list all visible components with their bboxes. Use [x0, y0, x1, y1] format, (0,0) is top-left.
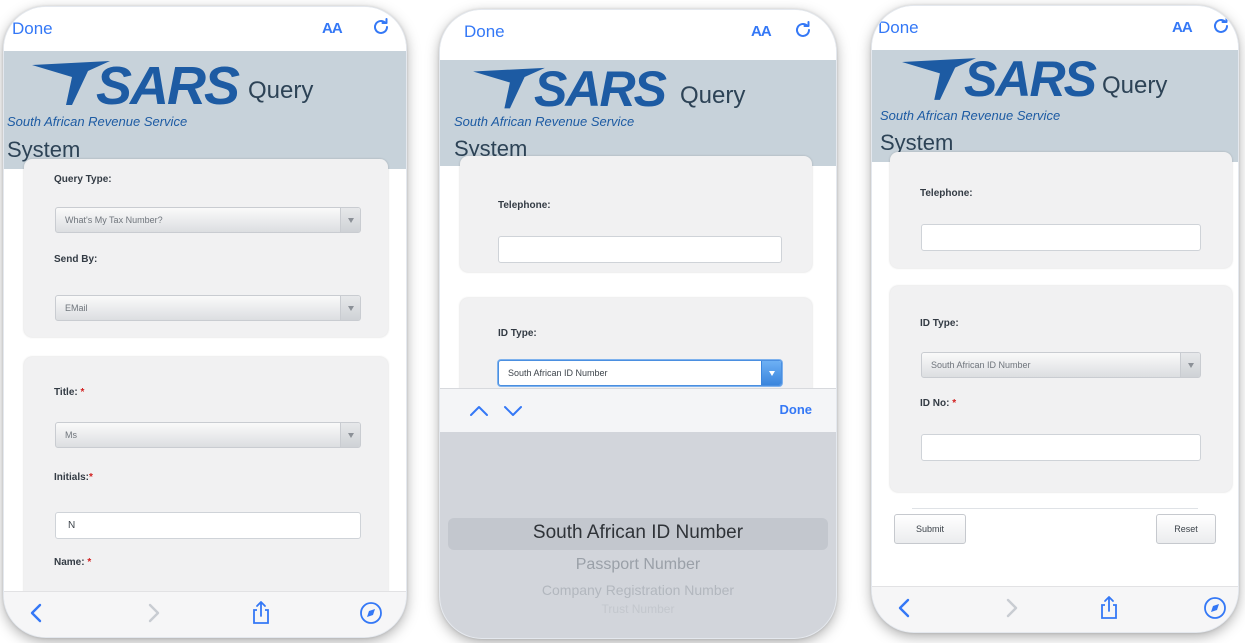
- done-link[interactable]: Done: [464, 22, 505, 42]
- reset-button[interactable]: Reset: [1156, 514, 1216, 544]
- telephone-input[interactable]: [498, 236, 782, 263]
- identification-card: ID Type: South African ID Number ID No: …: [890, 286, 1232, 492]
- chevron-up-icon[interactable]: [468, 401, 490, 421]
- browser-top-bar: Done AA: [440, 10, 836, 54]
- send-by-value: EMail: [65, 303, 88, 313]
- reload-icon[interactable]: [370, 16, 392, 38]
- picker-option[interactable]: Trust Number: [440, 602, 836, 616]
- query-title: Query: [1102, 72, 1168, 99]
- sars-subtitle: South African Revenue Service: [454, 114, 635, 129]
- send-by-label: Send By:: [54, 254, 98, 265]
- sars-wordmark: SARS: [534, 61, 667, 117]
- sars-header-banner: SARS Query South African Revenue Service…: [440, 60, 836, 166]
- compass-icon[interactable]: [1202, 595, 1228, 621]
- compass-icon[interactable]: [358, 600, 384, 626]
- contact-card: Telephone:: [890, 152, 1232, 268]
- text-size-button[interactable]: AA: [322, 20, 343, 37]
- sars-header-banner: SARS Query South African Revenue Service…: [4, 51, 406, 169]
- sars-subtitle: South African Revenue Service: [7, 114, 188, 129]
- query-type-value: What's My Tax Number?: [65, 215, 163, 225]
- chevron-down-icon: [340, 296, 360, 320]
- browser-bottom-toolbar: [4, 591, 406, 637]
- id-type-select[interactable]: South African ID Number: [498, 360, 782, 386]
- id-type-value: South African ID Number: [931, 360, 1031, 370]
- picker-option[interactable]: Passport Number: [440, 556, 836, 574]
- reload-icon[interactable]: [792, 19, 814, 41]
- picker-done-button[interactable]: Done: [780, 402, 813, 417]
- title-value: Ms: [65, 430, 77, 440]
- phone-screen-id-details: Done AA SARS Query South African Revenue…: [872, 6, 1238, 632]
- personal-details-card: Title: * Ms Initials:* N Name: *: [24, 357, 388, 607]
- chevron-left-icon[interactable]: [24, 600, 50, 626]
- query-card: Query Type: What's My Tax Number? Send B…: [24, 159, 388, 337]
- chevron-right-icon[interactable]: [998, 595, 1024, 621]
- form-content: Telephone: ID Type: South African ID Num…: [872, 152, 1238, 586]
- id-type-label: ID Type:: [920, 318, 959, 329]
- id-no-input[interactable]: [921, 434, 1201, 461]
- phone-screen-id-type-picker: Done AA SARS Query South African Revenue…: [440, 10, 836, 638]
- share-icon[interactable]: [248, 600, 274, 626]
- telephone-input[interactable]: [921, 224, 1201, 251]
- submit-button[interactable]: Submit: [894, 514, 966, 544]
- contact-card: Telephone:: [460, 156, 812, 272]
- initials-input[interactable]: N: [55, 512, 361, 539]
- chevron-left-icon[interactable]: [892, 595, 918, 621]
- phone-screen-query-form: Done AA SARS Query South African Revenue…: [4, 7, 406, 637]
- chevron-down-icon[interactable]: [502, 401, 524, 421]
- chevron-down-icon: [340, 423, 360, 447]
- form-content: Telephone: ID Type: South African ID Num…: [440, 156, 836, 398]
- id-type-label: ID Type:: [498, 328, 537, 339]
- browser-top-bar: Done AA: [872, 6, 1238, 50]
- telephone-label: Telephone:: [920, 188, 973, 199]
- id-no-label: ID No: *: [920, 398, 957, 409]
- chevron-right-icon[interactable]: [140, 600, 166, 626]
- initials-label: Initials:*: [54, 472, 93, 483]
- sars-wordmark: SARS: [96, 56, 240, 116]
- chevron-down-icon: [761, 361, 781, 385]
- picker-accessory-bar: Done: [440, 388, 836, 432]
- text-size-button[interactable]: AA: [751, 23, 772, 40]
- query-type-label: Query Type:: [54, 174, 112, 185]
- text-size-button[interactable]: AA: [1172, 19, 1193, 36]
- sars-wordmark: SARS: [964, 51, 1097, 107]
- id-type-select[interactable]: South African ID Number: [921, 352, 1201, 378]
- send-by-select[interactable]: EMail: [55, 295, 361, 321]
- share-icon[interactable]: [1096, 595, 1122, 621]
- chevron-down-icon: [1180, 353, 1200, 377]
- picker-option-selected[interactable]: South African ID Number: [440, 522, 836, 544]
- browser-top-bar: Done AA: [4, 7, 406, 51]
- chevron-down-icon: [340, 208, 360, 232]
- form-content: Query Type: What's My Tax Number? Send B…: [4, 159, 406, 607]
- name-label: Name: *: [54, 557, 92, 568]
- browser-bottom-toolbar: [872, 586, 1238, 632]
- query-title: Query: [248, 77, 314, 104]
- query-type-select[interactable]: What's My Tax Number?: [55, 207, 361, 233]
- title-label: Title: *: [54, 387, 85, 398]
- reload-icon[interactable]: [1210, 15, 1232, 37]
- sars-subtitle: South African Revenue Service: [880, 108, 1061, 123]
- identification-card: ID Type: South African ID Number: [460, 298, 812, 398]
- id-type-picker-wheel[interactable]: South African ID Number Passport Number …: [440, 432, 836, 638]
- id-type-value: South African ID Number: [508, 368, 608, 378]
- sars-header-banner: SARS Query South African Revenue Service…: [872, 50, 1238, 162]
- done-link[interactable]: Done: [878, 18, 919, 38]
- divider: [912, 508, 1198, 509]
- query-title: Query: [680, 82, 746, 109]
- picker-option[interactable]: Company Registration Number: [440, 582, 836, 598]
- telephone-label: Telephone:: [498, 200, 551, 211]
- done-link[interactable]: Done: [12, 19, 53, 39]
- title-select[interactable]: Ms: [55, 422, 361, 448]
